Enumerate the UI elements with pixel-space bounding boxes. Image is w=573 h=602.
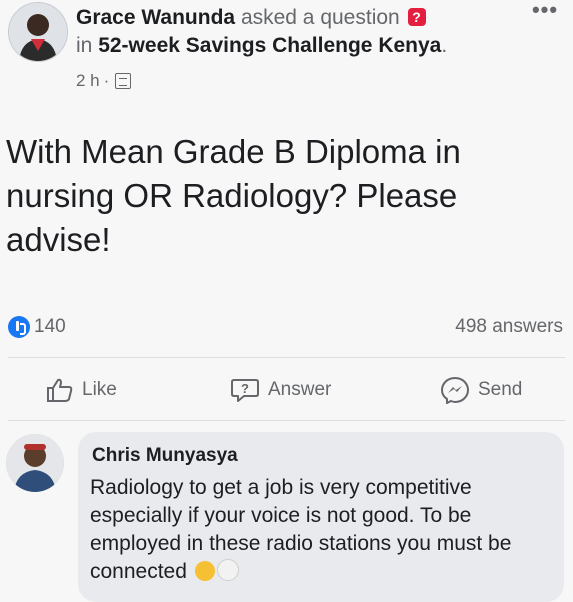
commenter-avatar[interactable] — [6, 434, 64, 492]
post-timestamp[interactable]: 2 h — [76, 70, 100, 92]
send-button[interactable]: Send — [440, 374, 522, 406]
send-label: Send — [478, 379, 523, 400]
upvote-count[interactable]: 140 — [34, 315, 66, 339]
question-icon: ? — [407, 8, 426, 26]
group-prefix: in — [76, 34, 93, 57]
group-line: in 52-week Savings Challenge Kenya. — [76, 32, 447, 60]
author-avatar[interactable] — [8, 2, 68, 62]
like-label: Like — [82, 379, 117, 400]
commenter-name[interactable]: Chris Munyasya — [92, 444, 238, 468]
answer-bubble-icon: ? — [231, 379, 259, 402]
messenger-icon — [440, 376, 470, 404]
more-options-button[interactable]: ••• — [525, 0, 565, 28]
like-button[interactable]: Like — [46, 374, 117, 406]
answer-count[interactable]: 498 answers — [455, 315, 563, 339]
question-post: Grace Wanunda asked a question ? in 52-w… — [0, 0, 573, 602]
rolling-eyes-face-icon — [216, 559, 239, 581]
group-privacy-icon — [115, 73, 132, 89]
commenter-avatar-image — [6, 434, 64, 492]
thinking-face-icon — [194, 561, 215, 581]
answer-button[interactable]: ? Answer — [230, 374, 331, 406]
upvote-icon — [8, 316, 30, 338]
divider-bottom — [8, 420, 565, 421]
answer-label: Answer — [268, 379, 332, 400]
svg-text:?: ? — [241, 381, 249, 396]
question-text: With Mean Grade B Diploma in nursing OR … — [6, 133, 461, 258]
group-suffix: . — [441, 34, 448, 57]
post-meta: 2 h · — [76, 70, 132, 92]
post-author-line: Grace Wanunda asked a question ? — [76, 4, 426, 32]
post-action-text: asked a question — [240, 6, 400, 29]
author-avatar-image — [9, 3, 67, 61]
group-name[interactable]: 52-week Savings Challenge Kenya — [98, 34, 441, 57]
meta-separator: · — [103, 71, 110, 90]
comment-body: Radiology to get a job is very competiti… — [90, 476, 512, 583]
comment-text: Radiology to get a job is very competiti… — [90, 474, 560, 586]
author-name[interactable]: Grace Wanunda — [76, 6, 235, 29]
thumbs-up-icon — [47, 378, 73, 402]
divider-top — [8, 357, 565, 358]
